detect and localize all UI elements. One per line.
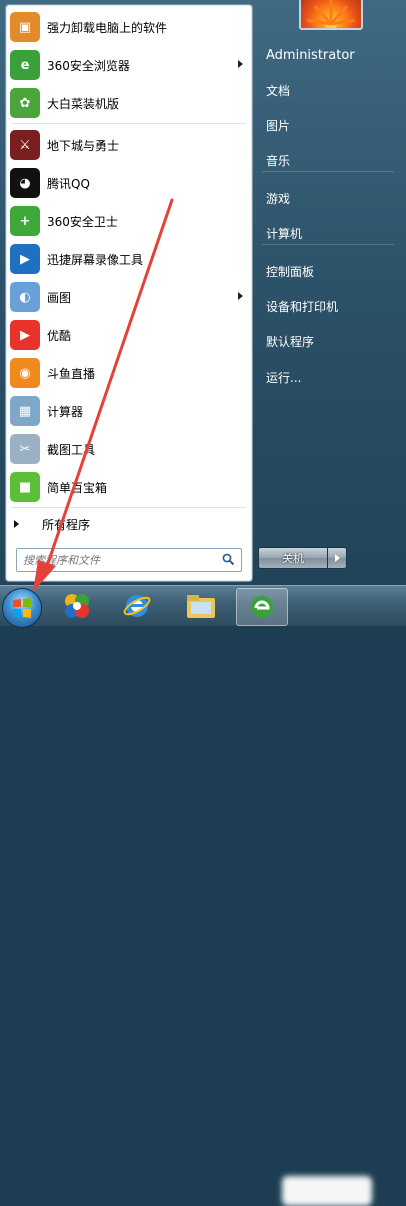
screen-recorder-icon: ▶ [10,244,40,274]
start-menu-places-pane: Administrator 文档图片音乐游戏计算机控制面板设备和打印机 默认程序运行… [252,0,406,585]
treasure-box-icon: ■ [10,472,40,502]
program-item-label: 地下城与勇士 [47,138,120,153]
places-separator [262,171,394,172]
360-browser-icon: e [10,50,40,80]
program-item[interactable]: ▣ 强力卸载电脑上的软件 [6,8,252,46]
right-item-games-label: 游戏 [266,191,291,206]
search-box[interactable] [16,548,242,572]
shutdown-control: 关机 [258,547,347,569]
right-item-documents-label: 文档 [266,83,291,98]
taskbar-explorer[interactable] [176,588,226,624]
uninstall-box-icon: ▣ [10,12,40,42]
program-item-label: 截图工具 [47,442,96,457]
file-explorer-icon [187,595,215,618]
right-item-control-panel-label: 控制面板 [266,264,315,279]
places-separator [262,244,394,245]
right-item-devices-printers[interactable]: 设备和打印机 [256,291,402,321]
right-item-pictures[interactable]: 图片 [256,110,402,140]
program-item[interactable]: ✿ 大白菜装机版 [6,84,252,122]
program-item-label: 360安全卫士 [47,214,118,229]
program-item[interactable]: ⚔ 地下城与勇士 [6,126,252,164]
program-item[interactable]: ■ 简单百宝箱 [6,468,252,506]
program-item-label: 迅捷屏幕录像工具 [47,252,144,267]
right-item-devices-printers-label: 设备和打印机 [266,299,339,314]
cabbage-icon: ✿ [10,88,40,118]
right-item-run[interactable]: 运行... [256,362,402,392]
ie-browser-icon [123,595,151,617]
program-item-label: 大白菜装机版 [47,96,120,111]
360-safeguard-icon: + [10,206,40,236]
right-item-administrator[interactable]: Administrator [256,40,402,70]
all-programs-label: 所有程序 [42,517,91,532]
dnf-game-icon: ⚔ [10,130,40,160]
submenu-arrow-icon[interactable] [238,292,243,300]
program-item[interactable]: ▶ 优酷 [6,316,252,354]
program-item[interactable]: e 360安全浏览器 [6,46,252,84]
program-item-label: 斗鱼直播 [47,366,96,381]
start-button[interactable] [2,588,42,628]
program-item[interactable]: ◐ 画图 [6,278,252,316]
taskbar [0,585,406,1206]
program-item[interactable]: ◕ 腾讯QQ [6,164,252,202]
chevron-right-icon [14,520,19,528]
taskbar-360-colorful[interactable] [52,588,102,624]
program-item-label: 强力卸载电脑上的软件 [47,20,168,35]
douyu-icon: ◉ [10,358,40,388]
program-item-label: 360安全浏览器 [47,58,130,73]
360-browser-taskbar-icon [251,596,273,618]
right-item-default-programs-label: 默认程序 [266,334,315,349]
program-item[interactable]: ▦ 计算器 [6,392,252,430]
user-avatar[interactable] [299,0,363,30]
program-item[interactable]: ✂ 截图工具 [6,430,252,468]
taskbar-360-browser[interactable] [236,588,288,626]
calculator-icon: ▦ [10,396,40,426]
shutdown-button[interactable]: 关机 [258,547,328,569]
search-input[interactable] [21,552,215,568]
right-item-control-panel[interactable]: 控制面板 [256,256,402,286]
taskbar-ie[interactable] [112,588,162,624]
right-item-computer-label: 计算机 [266,226,303,241]
program-item-label: 画图 [47,290,72,305]
all-programs-button[interactable]: 所有程序 [6,511,252,537]
blurred-taskbar-region [282,1176,372,1206]
chevron-right-icon [334,554,340,562]
program-item[interactable]: ▶ 迅捷屏幕录像工具 [6,240,252,278]
360-colorful-icon [65,594,89,618]
all-programs-separator [12,507,246,508]
submenu-arrow-icon[interactable] [238,60,243,68]
right-item-documents[interactable]: 文档 [256,75,402,105]
program-item[interactable]: +360安全卫士 [6,202,252,240]
windows-logo-icon [13,598,31,618]
right-item-pictures-label: 图片 [266,118,291,133]
right-item-administrator-label: Administrator [266,47,355,63]
start-menu-programs-pane: ▣ 强力卸载电脑上的软件 e 360安全浏览器 ✿ 大白菜装机版 ⚔ 地下城与勇士 ◕ 腾讯QQ +… [5,4,253,582]
qq-penguin-icon: ◕ [10,168,40,198]
paint-palette-icon: ◐ [10,282,40,312]
right-item-run-label: 运行... [266,370,302,385]
program-item-label: 腾讯QQ [47,176,90,191]
program-list-separator [12,123,246,124]
right-item-music-label: 音乐 [266,153,291,168]
program-item-label: 简单百宝箱 [47,480,108,495]
right-item-default-programs[interactable]: 默认程序 [256,326,402,356]
search-icon[interactable] [222,553,235,569]
shutdown-options-button[interactable] [328,547,347,569]
scissors-icon: ✂ [10,434,40,464]
program-item-label: 优酷 [47,328,72,343]
right-item-games[interactable]: 游戏 [256,183,402,213]
program-item[interactable]: ◉ 斗鱼直播 [6,354,252,392]
youku-play-icon: ▶ [10,320,40,350]
program-item-label: 计算器 [47,404,84,419]
start-menu: ▣ 强力卸载电脑上的软件 e 360安全浏览器 ✿ 大白菜装机版 ⚔ 地下城与勇士 ◕ 腾讯QQ +… [0,0,406,585]
